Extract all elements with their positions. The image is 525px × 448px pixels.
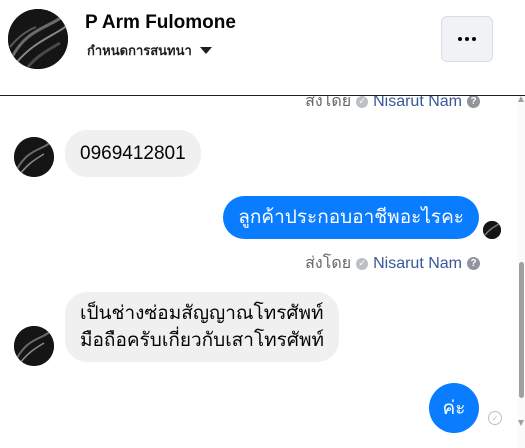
verified-check-icon: ✓ xyxy=(356,96,369,108)
conversation-settings-label: กำหนดการสนทนา xyxy=(87,43,192,58)
sender-link[interactable]: Nisarut Nam xyxy=(373,96,462,111)
conversation-header: P Arm Fulomone กำหนดการสนทนา xyxy=(0,0,525,96)
sent-status-icon: ✓ xyxy=(488,411,502,425)
help-icon[interactable]: ? xyxy=(467,257,480,270)
outgoing-message[interactable]: ค่ะ xyxy=(429,383,479,433)
read-receipt-avatar xyxy=(483,221,501,239)
more-options-button[interactable] xyxy=(441,16,493,62)
sent-by-prefix: ส่งโดย xyxy=(305,255,352,272)
conversation-settings-dropdown[interactable]: กำหนดการสนทนา xyxy=(87,40,212,61)
verified-check-icon: ✓ xyxy=(356,257,369,270)
message-line: เป็นช่างซ่อมสัญญาณโทรศัพท์ xyxy=(80,303,324,324)
sent-by-line: ส่งโดย ✓ Nisarut Nam ? xyxy=(305,251,480,276)
outgoing-message[interactable]: ลูกค้าประกอบอาชีพอะไรคะ xyxy=(223,196,479,239)
incoming-message[interactable]: 0969412801 xyxy=(65,130,201,177)
message-thread[interactable]: ส่งโดย ✓ Nisarut Nam ? 0969412801 ลูกค้า… xyxy=(0,96,518,448)
contact-name[interactable]: P Arm Fulomone xyxy=(85,12,236,34)
contact-avatar[interactable] xyxy=(8,9,68,69)
caret-down-icon xyxy=(199,47,212,54)
sent-by-line: ส่งโดย ✓ Nisarut Nam ? xyxy=(305,96,480,114)
contact-avatar-small[interactable] xyxy=(14,326,54,366)
ellipsis-icon xyxy=(458,37,462,41)
scroll-down-arrow-icon[interactable] xyxy=(518,420,524,426)
contact-avatar-small[interactable] xyxy=(14,137,54,177)
message-line: มือถือครับเกี่ยวกับเสาโทรศัพท์ xyxy=(80,330,324,351)
incoming-message[interactable]: เป็นช่างซ่อมสัญญาณโทรศัพท์ มือถือครับเกี… xyxy=(65,292,339,362)
sent-by-prefix: ส่งโดย xyxy=(305,96,352,110)
sender-link[interactable]: Nisarut Nam xyxy=(373,255,462,273)
help-icon[interactable]: ? xyxy=(467,96,480,108)
scrollbar-thumb[interactable] xyxy=(519,262,524,398)
scroll-up-arrow-icon[interactable] xyxy=(518,96,524,102)
scrollbar[interactable] xyxy=(518,96,525,448)
